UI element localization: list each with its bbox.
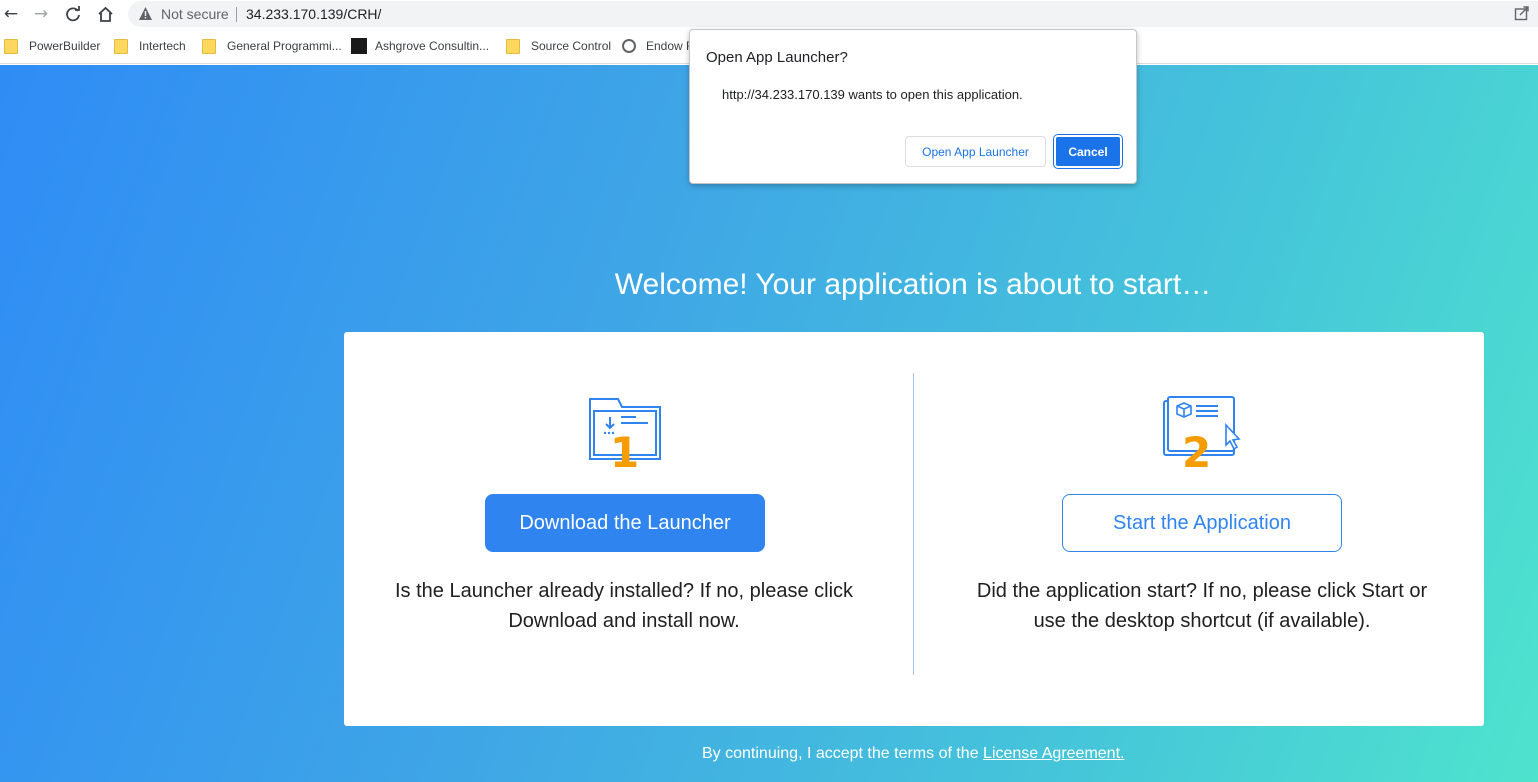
folder-icon <box>202 38 216 54</box>
bookmark-label: Ashgrove Consultin... <box>375 39 490 53</box>
bookmark-source-control[interactable]: Source Control <box>506 38 611 54</box>
bookmark-intertech[interactable]: Intertech <box>114 38 186 54</box>
bookmark-label: PowerBuilder <box>29 39 101 53</box>
address-bar[interactable]: Not secure 34.233.170.139/CRH/ <box>128 1 1538 27</box>
start-instructions: Did the application start? If no, please… <box>976 580 1428 632</box>
omnibox-separator <box>236 7 237 22</box>
security-label[interactable]: Not secure <box>161 6 229 22</box>
download-folder-icon: 1 <box>589 398 661 470</box>
step-start: 2 Start the Application Did the applicat… <box>914 332 1484 726</box>
footer-text: By continuing, I accept the terms of the <box>702 745 984 762</box>
download-launcher-button[interactable]: Download the Launcher <box>485 494 765 552</box>
reload-icon[interactable] <box>62 3 84 25</box>
welcome-heading: Welcome! Your application is about to st… <box>614 268 1212 301</box>
bookmark-general-programming[interactable]: General Programmi... <box>202 38 342 54</box>
folder-icon <box>114 38 128 54</box>
step-download: 1 Download the Launcher Is the Launcher … <box>344 332 914 726</box>
warning-triangle-icon[interactable] <box>138 6 153 21</box>
folder-icon <box>4 38 18 54</box>
cancel-button[interactable]: Cancel <box>1054 135 1122 168</box>
bookmark-powerbuilder[interactable]: PowerBuilder <box>4 38 100 54</box>
start-app-icon: 2 <box>1163 396 1241 470</box>
dialog-title: Open App Launcher? <box>706 49 848 66</box>
bookmark-label: Source Control <box>531 39 612 53</box>
bookmark-label: Endow F <box>646 39 694 53</box>
folder-icon <box>506 38 520 54</box>
back-arrow-icon[interactable]: ← <box>0 3 22 25</box>
start-application-button[interactable]: Start the Application <box>1062 494 1342 552</box>
open-app-dialog: Open App Launcher? http://34.233.170.139… <box>689 29 1137 184</box>
site-favicon <box>351 38 367 54</box>
footer-terms: By continuing, I accept the terms of the… <box>702 745 1124 763</box>
forward-arrow-icon[interactable]: → <box>30 3 52 25</box>
steps-card: 1 Download the Launcher Is the Launcher … <box>344 332 1484 726</box>
bookmark-ashgrove[interactable]: Ashgrove Consultin... <box>351 38 489 54</box>
dialog-message: http://34.233.170.139 wants to open this… <box>722 87 1023 102</box>
browser-toolbar: ← → Not secure 34.233.170.139/CRH/ <box>0 0 1538 29</box>
download-instructions: Is the Launcher already installed? If no… <box>394 580 854 632</box>
bookmark-label: General Programmi... <box>227 39 342 53</box>
bookmark-label: Intertech <box>139 39 186 53</box>
share-icon[interactable] <box>1514 5 1530 21</box>
step-number-2: 2 <box>1182 428 1211 470</box>
home-icon[interactable] <box>94 3 116 25</box>
globe-icon <box>622 39 636 53</box>
url-text[interactable]: 34.233.170.139/CRH/ <box>246 6 381 22</box>
step-number-1: 1 <box>610 428 639 470</box>
license-agreement-link[interactable]: License Agreement. <box>983 745 1124 762</box>
bookmark-endow[interactable]: Endow F <box>622 38 693 54</box>
open-app-launcher-button[interactable]: Open App Launcher <box>905 136 1046 167</box>
